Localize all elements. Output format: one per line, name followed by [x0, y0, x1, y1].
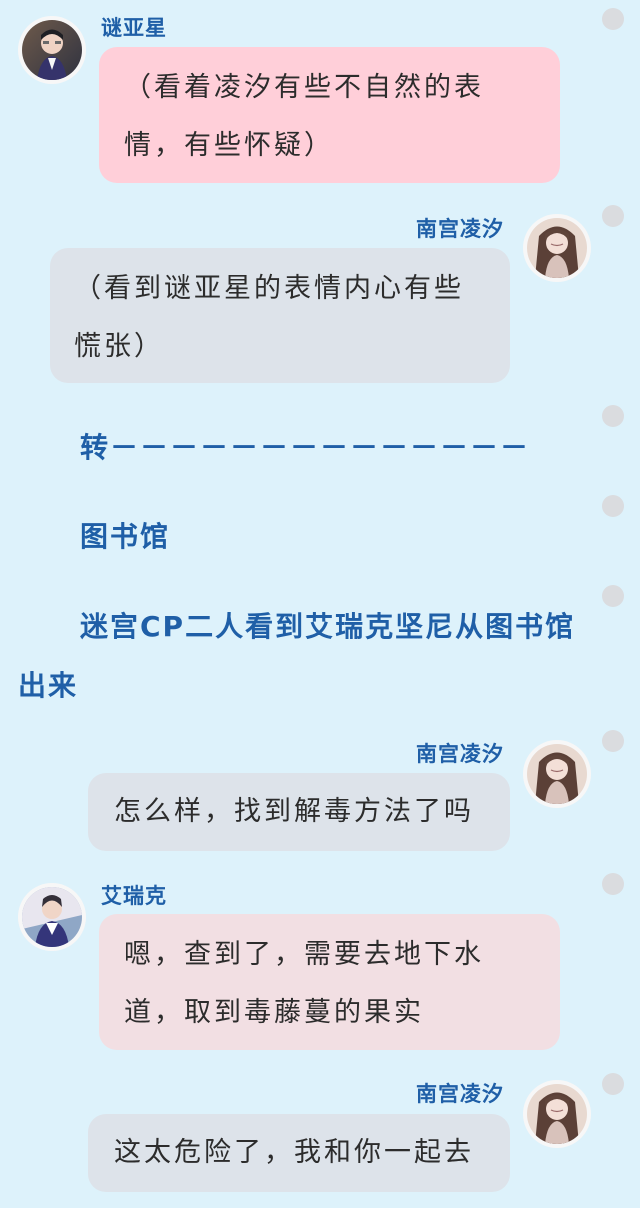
story-chat-screen: 谜亚星 （看着凌汐有些不自然的表 情，有些怀疑） 南宫凌汐 （看到谜亚星的表情内… [0, 0, 640, 1208]
avatar-nangong-lingxi[interactable] [523, 740, 591, 808]
avatar-mi-yaxing[interactable] [18, 16, 86, 84]
portrait-avatar-icon [527, 1084, 587, 1144]
rail-dot-icon [602, 205, 624, 227]
scene-action-line1: 迷宫CP二人看到艾瑞克坚尼从图书馆 [80, 610, 576, 643]
avatar-nangong-lingxi[interactable] [523, 1080, 591, 1148]
rail-dot-icon [602, 730, 624, 752]
message-bubble: 嗯，查到了，需要去地下水 道，取到毒藤蔓的果实 [99, 914, 560, 1050]
portrait-avatar-icon [22, 887, 82, 947]
avatar-erik[interactable] [18, 883, 86, 951]
speaker-name: 南宫凌汐 [416, 1082, 504, 1106]
scene-action-line2: 出来 [18, 669, 79, 702]
message-bubble: （看着凌汐有些不自然的表 情，有些怀疑） [99, 47, 560, 183]
portrait-avatar-icon [527, 744, 587, 804]
scene-transition: 转－－－－－－－－－－－－－－ [80, 431, 531, 464]
speaker-name: 谜亚星 [101, 16, 167, 40]
rail-dot-icon [602, 495, 624, 517]
right-dot-rail [602, 0, 640, 1208]
rail-dot-icon [602, 585, 624, 607]
speaker-name: 南宫凌汐 [416, 742, 504, 766]
message-bubble: （看到谜亚星的表情内心有些 慌张） [50, 248, 510, 383]
scene-location: 图书馆 [80, 520, 171, 553]
speaker-name: 南宫凌汐 [416, 217, 504, 241]
rail-dot-icon [602, 405, 624, 427]
portrait-avatar-icon [527, 218, 587, 278]
message-bubble: 怎么样，找到解毒方法了吗 [88, 773, 510, 851]
rail-dot-icon [602, 8, 624, 30]
avatar-nangong-lingxi[interactable] [523, 214, 591, 282]
message-bubble: 这太危险了，我和你一起去 [88, 1114, 510, 1192]
rail-dot-icon [602, 873, 624, 895]
rail-dot-icon [602, 1073, 624, 1095]
speaker-name: 艾瑞克 [101, 884, 167, 908]
portrait-avatar-icon [22, 20, 82, 80]
